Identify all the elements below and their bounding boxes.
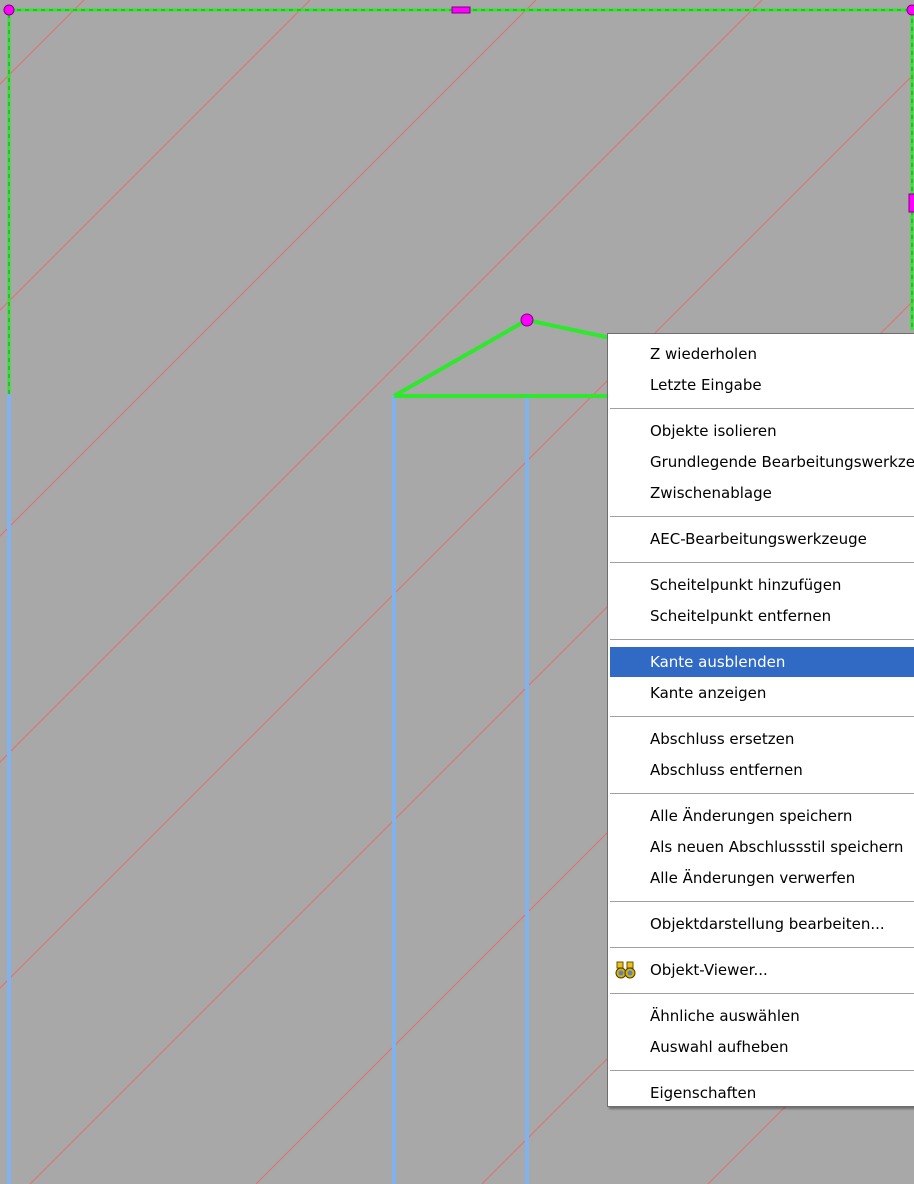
menu-item-label: Objektdarstellung bearbeiten... (650, 915, 885, 933)
menu-item-edit-object-display[interactable]: Objektdarstellung bearbeiten... (610, 909, 914, 939)
menu-item-label: Objekte isolieren (650, 422, 777, 440)
menu-item-replace-endcap[interactable]: Abschluss ersetzen (610, 724, 914, 754)
menu-item-remove-vertex[interactable]: Scheitelpunkt entfernen (610, 601, 914, 631)
menu-item-label: Scheitelpunkt entfernen (650, 607, 832, 625)
endcap-edge (393, 317, 621, 398)
menu-separator (610, 947, 914, 948)
menu-item-last-input[interactable]: Letzte Eingabe (610, 370, 914, 400)
menu-separator (610, 562, 914, 563)
menu-item-aec-edit-tools[interactable]: AEC-Bearbeitungswerkzeuge (610, 524, 914, 554)
menu-item-label: Letzte Eingabe (650, 376, 762, 394)
menu-item-label: Scheitelpunkt hinzufügen (650, 576, 842, 594)
menu-item-select-similar[interactable]: Ähnliche auswählen (610, 1001, 914, 1031)
menu-separator (610, 1070, 914, 1071)
grip-vertex-endcap[interactable] (520, 313, 534, 327)
grip-edge-right[interactable] (908, 193, 914, 213)
menu-item-save-as-endcap-style[interactable]: Als neuen Abschlussstil speichern (610, 832, 914, 862)
menu-item-label: Abschluss ersetzen (650, 730, 795, 748)
grips (3, 4, 914, 327)
grip-vertex-top-left[interactable] (3, 4, 15, 16)
menu-separator (610, 901, 914, 902)
menu-item-basic-edit-tools[interactable]: Grundlegende Bearbeitungswerkzeuge (610, 447, 914, 477)
hatch-line (0, 0, 85, 85)
menu-separator (610, 716, 914, 717)
menu-item-object-viewer[interactable]: Objekt-Viewer... (610, 955, 914, 985)
menu-item-label: Kante anzeigen (650, 684, 767, 702)
menu-item-label: Eigenschaften (650, 1084, 757, 1102)
binoculars-icon (614, 960, 638, 980)
hatch-line (0, 0, 311, 311)
menu-item-repeat-z[interactable]: Z wiederholen (610, 339, 914, 369)
menu-item-label: Als neuen Abschlussstil speichern (650, 838, 904, 856)
menu-item-hide-edge[interactable]: Kante ausblenden (610, 647, 914, 677)
menu-item-discard-all-changes[interactable]: Alle Änderungen verwerfen (610, 863, 914, 893)
menu-item-label: AEC-Bearbeitungswerkzeuge (650, 530, 867, 548)
grip-edge-top[interactable] (451, 6, 471, 14)
menu-item-label: Abschluss entfernen (650, 761, 803, 779)
menu-separator (610, 639, 914, 640)
menu-item-show-edge[interactable]: Kante anzeigen (610, 678, 914, 708)
menu-separator (610, 793, 914, 794)
menu-item-label: Alle Änderungen verwerfen (650, 869, 856, 887)
menu-item-properties[interactable]: Eigenschaften (610, 1078, 914, 1108)
wall-lines (7, 394, 529, 1184)
context-menu: Z wiederholen Letzte Eingabe Objekte isoli… (607, 333, 914, 1107)
menu-item-save-all-changes[interactable]: Alle Änderungen speichern (610, 801, 914, 831)
menu-item-deselect[interactable]: Auswahl aufheben (610, 1032, 914, 1062)
menu-separator (610, 993, 914, 994)
menu-item-label: Grundlegende Bearbeitungswerkzeuge (650, 453, 914, 471)
menu-item-label: Ähnliche auswählen (650, 1007, 800, 1025)
hatch-line (0, 0, 537, 537)
menu-item-clipboard[interactable]: Zwischenablage (610, 478, 914, 508)
menu-item-remove-endcap[interactable]: Abschluss entfernen (610, 755, 914, 785)
menu-item-isolate-objects[interactable]: Objekte isolieren (610, 416, 914, 446)
menu-item-label: Kante ausblenden (650, 653, 786, 671)
menu-item-label: Alle Änderungen speichern (650, 807, 853, 825)
menu-item-add-vertex[interactable]: Scheitelpunkt hinzufügen (610, 570, 914, 600)
menu-separator (610, 516, 914, 517)
menu-item-label: Zwischenablage (650, 484, 772, 502)
menu-item-label: Z wiederholen (650, 345, 757, 363)
menu-item-label: Objekt-Viewer... (650, 961, 768, 979)
menu-item-label: Auswahl aufheben (650, 1038, 789, 1056)
menu-separator (610, 408, 914, 409)
grip-vertex-top-right[interactable] (906, 4, 914, 16)
